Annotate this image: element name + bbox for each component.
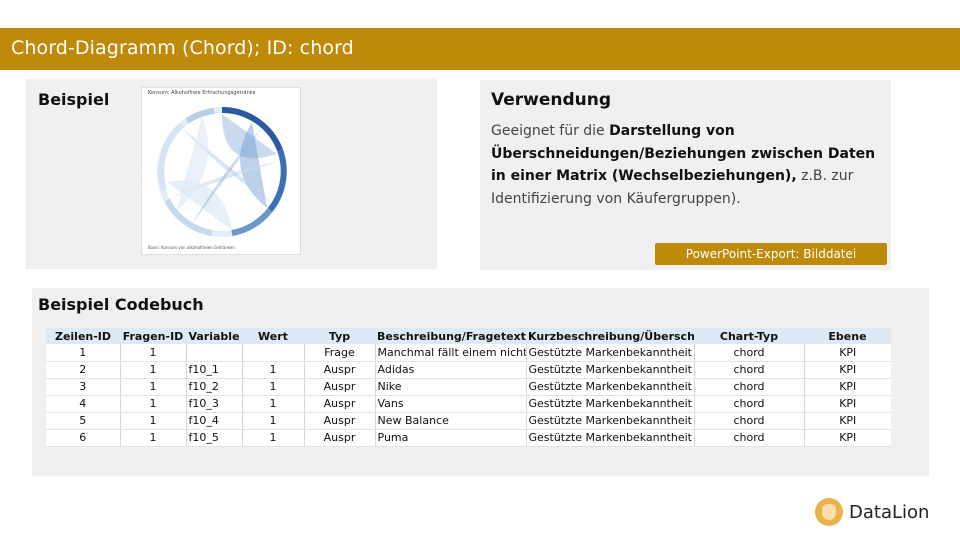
chord-thumbnail: Konsum: Alkoholfreie Erfrischungsgetränk… <box>141 87 301 255</box>
datalion-logo: DataLion <box>815 497 929 527</box>
page-title: Chord-Diagramm (Chord); ID: chord <box>11 37 354 59</box>
table-cell: Gestützte Markenbekanntheit S <box>525 412 694 430</box>
table-cell: 1 <box>119 344 186 362</box>
table-row: 4 1 f10_3 1 Auspr Vans Gestützte Markenbekannt… <box>46 395 891 413</box>
table-cell: KPI <box>803 412 891 430</box>
table-cell: chord <box>693 429 804 447</box>
table-row: 3 1 f10_2 1 Auspr Nike Gestützte Markenbekannt… <box>46 378 891 396</box>
table-cell: Auspr <box>303 361 375 379</box>
table-cell: 1 <box>241 412 304 430</box>
table-cell: 1 <box>119 378 186 396</box>
table-cell <box>185 344 242 362</box>
column-header: Wert <box>242 328 304 344</box>
table-cell: New Balance <box>374 412 526 430</box>
codebook-table: Zeilen-ID Fragen-ID Variable Wert Typ Be… <box>46 328 891 447</box>
table-cell <box>241 344 304 362</box>
chord-diagram-image <box>157 107 287 237</box>
thumbnail-footer: Basis: Konsum von alkoholfreien Getränke… <box>148 245 235 250</box>
table-row: 1 1 Frage Manchmal fällt einem nicht a Gestü… <box>46 344 891 362</box>
table-cell: 1 <box>119 395 186 413</box>
usage-panel: Verwendung Geeignet für die Darstellung … <box>480 80 891 270</box>
table-cell: 1 <box>241 378 304 396</box>
table-cell: Manchmal fällt einem nicht a <box>374 344 526 362</box>
column-header: Ebene <box>804 328 891 344</box>
table-cell: 1 <box>241 395 304 413</box>
table-header-row: Zeilen-ID Fragen-ID Variable Wert Typ Be… <box>46 328 891 344</box>
table-cell: 4 <box>46 395 120 413</box>
table-cell: Gestützte Markenbekanntheit S <box>525 344 694 362</box>
column-header: Kurzbeschreibung/Überschrift <box>526 328 694 344</box>
column-header: Fragen-ID <box>120 328 186 344</box>
powerpoint-export-badge[interactable]: PowerPoint-Export: Bilddatei <box>655 243 887 265</box>
brand-name: DataLion <box>849 501 930 523</box>
title-bar: Chord-Diagramm (Chord); ID: chord <box>0 28 960 70</box>
table-cell: Auspr <box>303 429 375 447</box>
example-panel: Beispiel Konsum: Alkoholfreie Erfrischun… <box>26 79 437 269</box>
codebook-panel: Beispiel Codebuch Zeilen-ID Fragen-ID Va… <box>32 288 929 476</box>
table-cell: chord <box>693 361 804 379</box>
table-cell: 1 <box>119 361 186 379</box>
table-cell: Auspr <box>303 412 375 430</box>
table-cell: Gestützte Markenbekanntheit S <box>525 378 694 396</box>
table-cell: Gestützte Markenbekanntheit S <box>525 361 694 379</box>
codebook-heading: Beispiel Codebuch <box>38 295 204 314</box>
table-cell: KPI <box>803 361 891 379</box>
table-cell: f10_3 <box>185 395 242 413</box>
table-cell: Nike <box>374 378 526 396</box>
table-cell: Vans <box>374 395 526 413</box>
column-header: Beschreibung/Fragetext <box>375 328 526 344</box>
column-header: Variable <box>186 328 242 344</box>
table-row: 2 1 f10_1 1 Auspr Adidas Gestützte Markenbekan… <box>46 361 891 379</box>
table-cell: 6 <box>46 429 120 447</box>
table-cell: 1 <box>46 344 120 362</box>
table-cell: Gestützte Markenbekanntheit S <box>525 429 694 447</box>
table-cell: KPI <box>803 395 891 413</box>
table-cell: 2 <box>46 361 120 379</box>
usage-text-start: Geeignet für die <box>491 123 610 139</box>
table-cell: Puma <box>374 429 526 447</box>
column-header: Chart-Typ <box>694 328 804 344</box>
table-cell: KPI <box>803 429 891 447</box>
table-cell: f10_4 <box>185 412 242 430</box>
column-header: Typ <box>304 328 375 344</box>
usage-description: Geeignet für die Darstellung von Übersch… <box>491 120 886 210</box>
table-cell: f10_1 <box>185 361 242 379</box>
lion-icon <box>815 498 843 526</box>
table-cell: Gestützte Markenbekanntheit S <box>525 395 694 413</box>
table-cell: Adidas <box>374 361 526 379</box>
table-cell: 1 <box>119 412 186 430</box>
table-row: 5 1 f10_4 1 Auspr New Balance Gestützte Marken… <box>46 412 891 430</box>
table-cell: 1 <box>119 429 186 447</box>
table-cell: Frage <box>303 344 375 362</box>
table-cell: chord <box>693 344 804 362</box>
table-cell: Auspr <box>303 395 375 413</box>
table-cell: KPI <box>803 344 891 362</box>
table-cell: chord <box>693 378 804 396</box>
table-cell: 1 <box>241 361 304 379</box>
table-cell: chord <box>693 395 804 413</box>
table-cell: f10_5 <box>185 429 242 447</box>
column-header: Zeilen-ID <box>46 328 120 344</box>
table-row: 6 1 f10_5 1 Auspr Puma Gestützte Markenbekannt… <box>46 429 891 447</box>
table-cell: 5 <box>46 412 120 430</box>
table-cell: Auspr <box>303 378 375 396</box>
usage-heading: Verwendung <box>491 90 612 110</box>
table-cell: chord <box>693 412 804 430</box>
table-cell: 3 <box>46 378 120 396</box>
example-heading: Beispiel <box>38 90 110 109</box>
table-cell: KPI <box>803 378 891 396</box>
table-cell: f10_2 <box>185 378 242 396</box>
table-cell: 1 <box>241 429 304 447</box>
